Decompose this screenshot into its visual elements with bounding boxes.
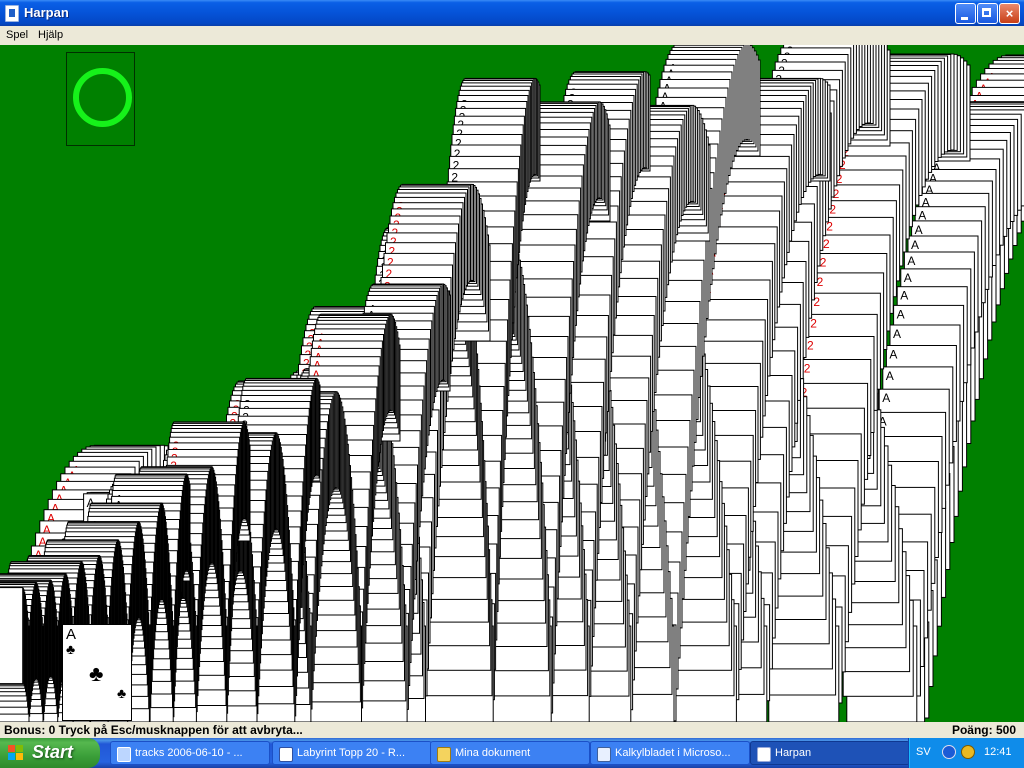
network-globe-icon[interactable] bbox=[961, 745, 975, 759]
card-rank: A bbox=[66, 627, 76, 642]
taskbar-item-label: Kalkylbladet i Microso... bbox=[615, 747, 731, 759]
menu-hjalp[interactable]: Hjälp bbox=[38, 29, 63, 41]
status-message: Bonus: 0 Tryck på Esc/musknappen för att… bbox=[4, 723, 303, 737]
taskbar-item-harpan[interactable]: Harpan bbox=[750, 741, 910, 765]
status-bar: Bonus: 0 Tryck på Esc/musknappen för att… bbox=[0, 722, 1024, 738]
svg-text:A: A bbox=[907, 254, 915, 268]
taskbar-item-label: tracks 2006-06-10 - ... bbox=[135, 747, 243, 759]
menu-bar: Spel Hjälp bbox=[0, 26, 1024, 45]
document-icon bbox=[279, 747, 293, 762]
close-button[interactable]: × bbox=[999, 3, 1020, 24]
taskbar-item-kalkylbladet[interactable]: Kalkylbladet i Microso... bbox=[590, 741, 750, 765]
folder-icon bbox=[437, 747, 451, 762]
game-area[interactable]: AAAAAAAAAAAAAAAAAAAAAAAAAAAAAAAAAAAAAAAA… bbox=[0, 45, 1024, 722]
title-bar: Harpan × bbox=[0, 0, 1024, 26]
svg-text:A: A bbox=[882, 391, 890, 405]
harpan-icon bbox=[757, 747, 771, 762]
svg-text:A: A bbox=[911, 238, 919, 252]
svg-text:A: A bbox=[886, 369, 894, 383]
taskbar: Start tracks 2006-06-10 - ... Labyrint T… bbox=[0, 738, 1024, 768]
spreadsheet-icon bbox=[597, 747, 611, 762]
taskbar-item-label: Mina dokument bbox=[455, 747, 530, 759]
taskbar-item-tracks[interactable]: tracks 2006-06-10 - ... bbox=[110, 741, 270, 765]
start-button[interactable]: Start bbox=[0, 738, 100, 768]
maximize-icon bbox=[982, 8, 991, 17]
system-tray: SV 12:41 bbox=[908, 738, 1024, 768]
minimize-icon bbox=[961, 17, 968, 20]
taskbar-item-labyrint[interactable]: Labyrint Topp 20 - R... bbox=[272, 741, 432, 765]
close-icon: × bbox=[1006, 6, 1014, 21]
svg-text:2: 2 bbox=[807, 339, 814, 353]
minimize-button[interactable] bbox=[955, 3, 976, 24]
menu-spel[interactable]: Spel bbox=[6, 29, 28, 41]
svg-text:A: A bbox=[889, 348, 897, 362]
svg-text:A: A bbox=[893, 327, 901, 341]
svg-text:2: 2 bbox=[804, 362, 811, 376]
taskbar-item-mina-dokument[interactable]: Mina dokument bbox=[430, 741, 590, 765]
harpan-app-icon bbox=[5, 5, 19, 22]
club-center-icon: ♣ bbox=[89, 661, 103, 687]
svg-text:2: 2 bbox=[823, 237, 830, 251]
svg-text:2: 2 bbox=[820, 256, 827, 270]
club-icon: ♣ bbox=[66, 641, 75, 657]
bouncing-card: A ♣ ♣ ♣ bbox=[62, 624, 132, 721]
windows-logo-icon bbox=[8, 745, 24, 761]
svg-text:A: A bbox=[915, 223, 923, 237]
score-display: Poäng: 500 bbox=[952, 723, 1016, 737]
bouncing-cards-animation: AAAAAAAAAAAAAAAAAAAAAAAAAAAAAAAAAAAAAAAA… bbox=[0, 45, 1024, 722]
taskbar-item-label: Harpan bbox=[775, 747, 811, 759]
window-icon bbox=[117, 747, 131, 762]
maximize-button[interactable] bbox=[977, 3, 998, 24]
club-icon: ♣ bbox=[117, 685, 126, 701]
language-indicator[interactable]: SV bbox=[916, 746, 931, 758]
clock: 12:41 bbox=[984, 746, 1012, 758]
taskbar-item-label: Labyrint Topp 20 - R... bbox=[297, 747, 405, 759]
svg-text:A: A bbox=[904, 271, 912, 285]
window-title: Harpan bbox=[24, 5, 69, 20]
tray-arrow-icon[interactable] bbox=[942, 745, 956, 759]
svg-text:A: A bbox=[900, 289, 908, 303]
svg-text:A: A bbox=[897, 307, 905, 321]
start-label: Start bbox=[32, 742, 73, 763]
